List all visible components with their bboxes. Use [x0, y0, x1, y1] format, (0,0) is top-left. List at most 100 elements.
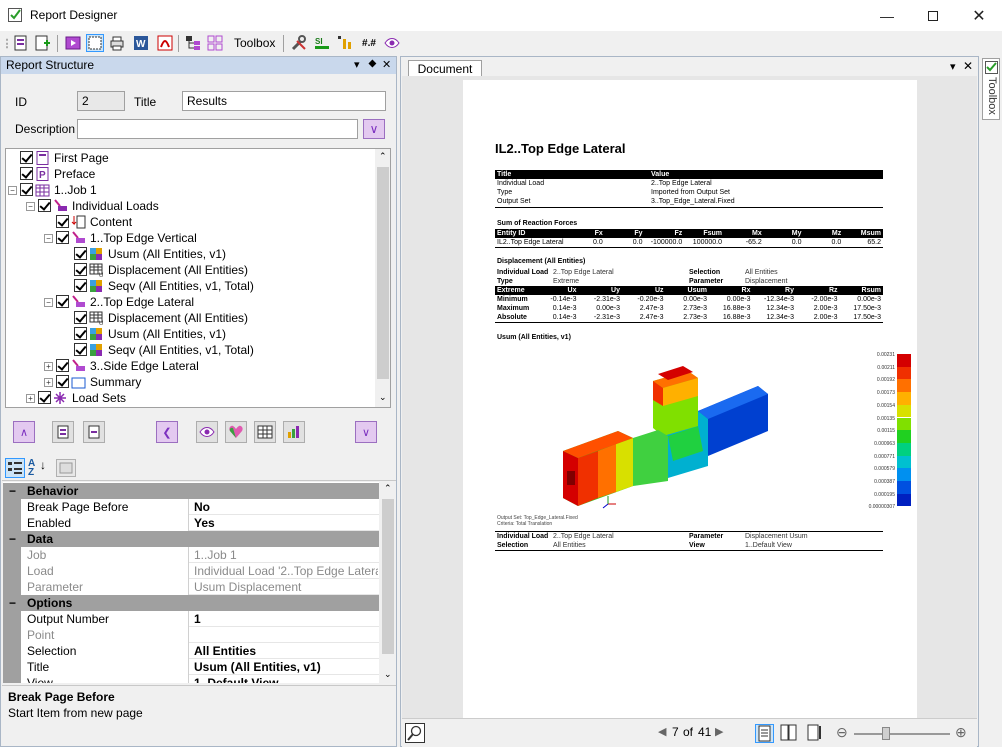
scrollbar-thumb[interactable]	[382, 499, 394, 654]
continuous-page-button[interactable]	[806, 724, 825, 743]
property-row[interactable]: Point	[3, 627, 379, 643]
close-button[interactable]: ✕	[956, 0, 1002, 31]
property-value[interactable]: 1	[192, 611, 378, 627]
collapse-icon[interactable]: −	[9, 595, 16, 611]
next-page-icon[interactable]: ▶	[715, 725, 723, 738]
tree-checkbox[interactable]	[56, 295, 69, 308]
tree-item[interactable]: Seqv (All Entities, v1, Total)	[62, 342, 254, 358]
tree-checkbox[interactable]	[38, 199, 51, 212]
property-row[interactable]: Load Individual Load '2..Top Edge Lateral…	[3, 563, 379, 579]
tree-item[interactable]: U Displacement (All Entities)	[62, 310, 248, 327]
title-field[interactable]: Results	[182, 91, 386, 111]
expand-icon[interactable]: +	[44, 362, 53, 371]
category-data[interactable]: − Data	[3, 531, 379, 547]
move-down-button[interactable]: ∨	[355, 421, 377, 443]
tree-item[interactable]: U Displacement (All Entities)	[62, 262, 248, 279]
tree-checkbox[interactable]	[74, 327, 87, 340]
property-row[interactable]: Output Number 1	[3, 611, 379, 627]
toolbox-toggle[interactable]: Toolbox	[234, 36, 275, 50]
property-row[interactable]: Selection All Entities	[3, 643, 379, 659]
tab-document[interactable]: Document	[408, 60, 482, 77]
table-button[interactable]	[254, 421, 276, 443]
tree-checkbox[interactable]	[56, 231, 69, 244]
toolbox-tab[interactable]: Toolbox	[982, 58, 1000, 120]
alphabetical-view-button[interactable]: A Z ↓	[28, 459, 48, 479]
numbering-button[interactable]	[336, 34, 354, 52]
collapse-icon[interactable]: −	[44, 298, 53, 307]
property-row[interactable]: Break Page Before No	[3, 499, 379, 515]
property-value[interactable]: Yes	[192, 515, 378, 531]
property-row[interactable]: View 1..Default View	[3, 675, 379, 683]
previous-page-icon[interactable]: ◀	[658, 725, 666, 738]
category-behavior[interactable]: − Behavior	[3, 483, 379, 499]
tree-checkbox[interactable]	[74, 247, 87, 260]
two-page-button[interactable]	[780, 724, 799, 743]
tree-checkbox[interactable]	[74, 343, 87, 356]
property-value[interactable]: 1..Default View	[192, 675, 378, 683]
property-row[interactable]: Title Usum (All Entities, v1)	[3, 659, 379, 675]
tree-checkbox[interactable]	[74, 263, 87, 276]
collapse-icon[interactable]: −	[9, 531, 16, 547]
category-options[interactable]: − Options	[3, 595, 379, 611]
tree-item[interactable]: − 2..Top Edge Lateral	[44, 294, 194, 310]
collapse-icon[interactable]: −	[44, 234, 53, 243]
property-value[interactable]: All Entities	[192, 643, 378, 659]
tree-item[interactable]: − Individual Loads	[26, 198, 159, 214]
zoom-in-icon[interactable]: ⊕	[955, 724, 967, 741]
zoom-search-button[interactable]	[405, 723, 425, 743]
tree-item[interactable]: +3..Side Edge Lateral	[44, 358, 199, 374]
document-menu-icon[interactable]: ▾	[950, 60, 956, 73]
zoom-out-icon[interactable]: ⊖	[836, 724, 848, 741]
current-page[interactable]: 7	[672, 725, 679, 739]
structure-button[interactable]	[184, 34, 202, 52]
units-button[interactable]: SI	[313, 34, 331, 52]
expand-icon[interactable]: +	[44, 378, 53, 387]
preview-button[interactable]	[64, 34, 82, 52]
preview-item-button[interactable]	[196, 421, 218, 443]
tree-item[interactable]: + Summary	[44, 374, 141, 390]
chart-button[interactable]	[283, 421, 305, 443]
categorized-view-button[interactable]	[5, 458, 25, 478]
minimize-button[interactable]: —	[864, 0, 910, 31]
expand-icon[interactable]: +	[26, 394, 35, 403]
tree-checkbox[interactable]	[20, 151, 33, 164]
panel-menu-icon[interactable]: ▾	[354, 57, 360, 74]
collapse-icon[interactable]: −	[26, 202, 35, 211]
tree-item[interactable]: Usum (All Entities, v1)	[62, 326, 226, 342]
tree-item[interactable]: − 1..Top Edge Vertical	[44, 230, 197, 246]
new-report-button[interactable]	[34, 34, 52, 52]
property-value[interactable]: No	[192, 499, 378, 515]
export-word-button[interactable]: W	[132, 34, 150, 52]
tree-checkbox[interactable]	[74, 311, 87, 324]
tree-checkbox[interactable]	[56, 375, 69, 388]
scroll-down-icon[interactable]: ⌄	[384, 669, 392, 680]
description-expand-button[interactable]: ∨	[363, 119, 385, 139]
zoom-slider-thumb[interactable]	[882, 727, 890, 740]
tree-scrollbar[interactable]: ⌃ ⌄	[375, 149, 390, 407]
collapse-icon[interactable]: −	[8, 186, 17, 195]
number-format-button[interactable]: #.#	[358, 34, 380, 52]
move-up-button[interactable]: ∧	[13, 421, 35, 443]
maximize-button[interactable]	[910, 0, 956, 31]
tree-checkbox[interactable]	[56, 215, 69, 228]
property-scrollbar[interactable]: ⌃ ⌄	[380, 483, 396, 683]
zoom-slider[interactable]	[854, 733, 950, 735]
tree-checkbox[interactable]	[38, 391, 51, 404]
scroll-up-icon[interactable]: ⌃	[384, 483, 392, 494]
tree-checkbox[interactable]	[56, 359, 69, 372]
description-field[interactable]	[77, 119, 358, 139]
scroll-up-icon[interactable]: ⌃	[379, 151, 387, 162]
tree-item[interactable]: + Load Sets	[26, 390, 126, 406]
layout-button[interactable]	[206, 34, 224, 52]
single-page-button[interactable]	[755, 724, 774, 743]
tools-button[interactable]	[290, 34, 308, 52]
visibility-button[interactable]	[383, 34, 401, 52]
print-settings-button[interactable]	[108, 34, 126, 52]
collapse-icon[interactable]: −	[9, 483, 16, 499]
favorite-button[interactable]	[225, 421, 247, 443]
panel-close-icon[interactable]: ✕	[382, 57, 391, 74]
tree-item[interactable]: Usum (All Entities, v1)	[62, 246, 226, 262]
move-left-button[interactable]: ❮	[156, 421, 178, 443]
scrollbar-thumb[interactable]	[377, 167, 389, 379]
property-row[interactable]: Job 1..Job 1	[3, 547, 379, 563]
